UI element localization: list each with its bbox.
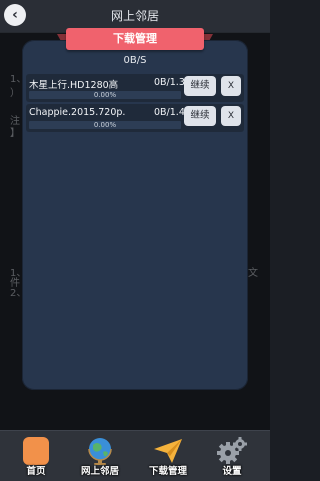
progress-bar: 0.00% [29, 91, 181, 99]
nav-label: 首页 [26, 466, 46, 477]
resume-button[interactable]: 继续 [184, 106, 216, 126]
dialog-title-ribbon: 下载管理 [66, 28, 204, 50]
resume-button[interactable]: 继续 [184, 76, 216, 96]
nav-item-network[interactable]: 网上邻居 [70, 431, 130, 481]
progress-bar: 0.00% [29, 121, 181, 129]
nav-item-home[interactable]: 首页 [6, 431, 66, 481]
nav-label: 下载管理 [148, 466, 187, 477]
cancel-task-button[interactable]: X [221, 106, 241, 126]
nav-item-downloads[interactable]: 下载管理 [138, 431, 198, 481]
nav-label: 网上邻居 [80, 466, 119, 477]
download-task: 木星上行.HD1280高 0B/1.37GB 0.00% 继续 X [26, 74, 244, 102]
download-task: Chappie.2015.720p. 0B/1.45GB 0.00% 继续 X [26, 104, 244, 132]
dialog-title: 下载管理 [113, 32, 157, 45]
bottom-nav: 首页 网上邻居 下载管理 设置 [0, 430, 270, 481]
cancel-task-button[interactable]: X [221, 76, 241, 96]
nav-item-settings[interactable]: 设置 [202, 431, 262, 481]
progress-text: 0.00% [93, 121, 117, 129]
progress-text: 0.00% [93, 91, 117, 99]
task-name: Chappie.2015.720p. [29, 107, 126, 118]
nav-label: 设置 [222, 466, 242, 477]
task-name: 木星上行.HD1280高 [29, 80, 119, 91]
download-speed: 0B/S [123, 55, 147, 66]
